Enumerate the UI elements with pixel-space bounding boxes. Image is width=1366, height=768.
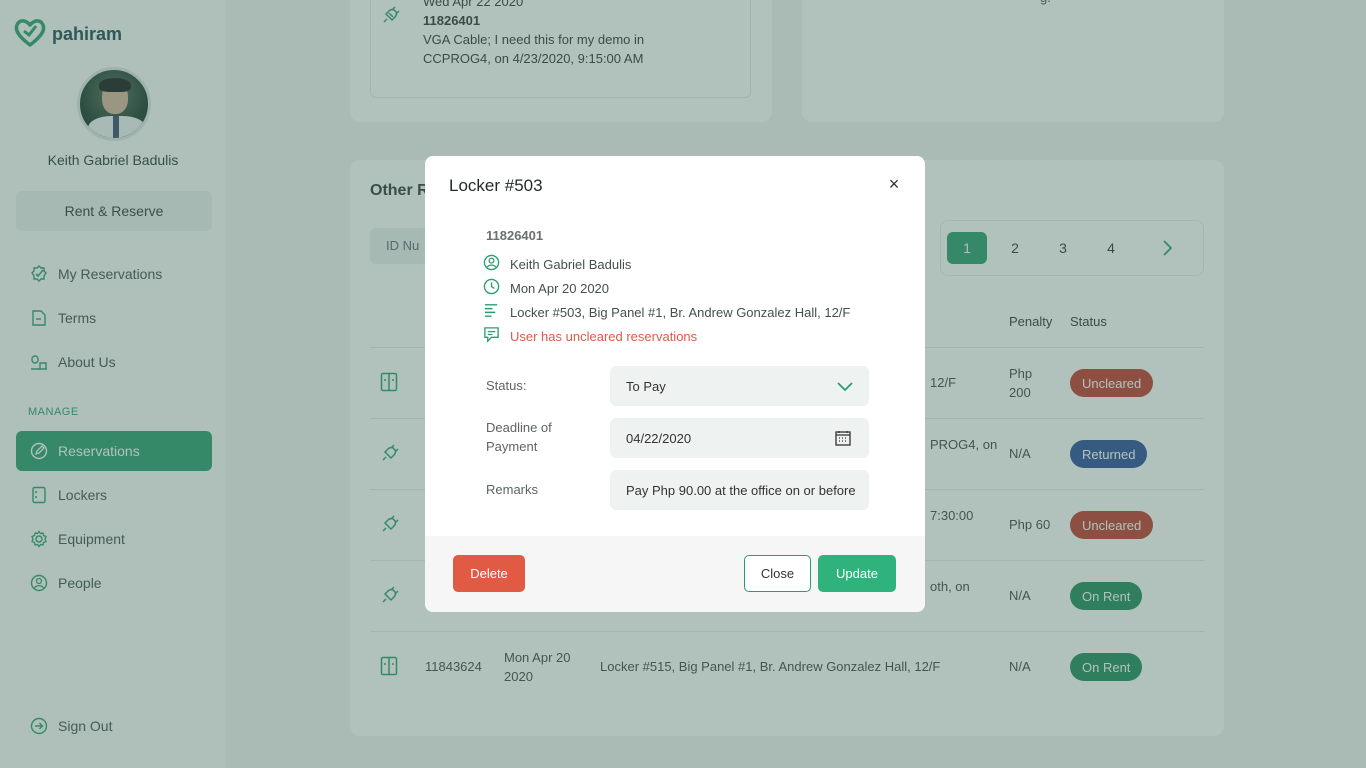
status-label: Status:	[486, 378, 527, 393]
close-button[interactable]: Close	[744, 555, 811, 592]
uncleared-warning: User has uncleared reservations	[510, 328, 698, 344]
deadline-label-line1: Deadline of	[486, 420, 552, 435]
person-icon	[483, 254, 500, 274]
user-id: 11826401	[486, 228, 544, 243]
remarks-input[interactable]: Pay Php 90.00 at the office on or before	[610, 470, 869, 510]
chevron-down-icon	[837, 378, 853, 397]
date-line: Mon Apr 20 2020	[483, 278, 609, 298]
clock-icon	[483, 278, 500, 298]
calendar-icon[interactable]	[835, 430, 851, 449]
remarks-label: Remarks	[486, 482, 539, 497]
location-line: Locker #503, Big Panel #1, Br. Andrew Go…	[483, 302, 850, 322]
text-lines-icon	[483, 302, 500, 322]
close-icon[interactable]: ×	[883, 173, 905, 195]
status-value: To Pay	[626, 378, 666, 394]
reservation-date: Mon Apr 20 2020	[510, 280, 610, 296]
locker-location: Locker #503, Big Panel #1, Br. Andrew Go…	[510, 304, 851, 320]
user-name: Keith Gabriel Badulis	[510, 256, 632, 272]
deadline-label-line2: Payment	[486, 439, 538, 454]
modal-footer: Delete Close Update	[425, 536, 925, 612]
reservation-modal: Locker #503 × 11826401 Keith Gabriel Bad…	[425, 156, 925, 612]
deadline-value: 04/22/2020	[626, 430, 692, 446]
app: pahiram Keith Gabriel Badulis Rent & Res…	[0, 0, 1366, 768]
deadline-date-input[interactable]: 04/22/2020	[610, 418, 869, 458]
warning-line: User has uncleared reservations	[483, 326, 697, 346]
delete-button[interactable]: Delete	[453, 555, 525, 592]
message-icon	[483, 326, 500, 346]
user-name-line: Keith Gabriel Badulis	[483, 254, 631, 274]
modal-title: Locker #503	[449, 176, 543, 195]
status-select[interactable]: To Pay	[610, 366, 869, 406]
update-button[interactable]: Update	[818, 555, 896, 592]
